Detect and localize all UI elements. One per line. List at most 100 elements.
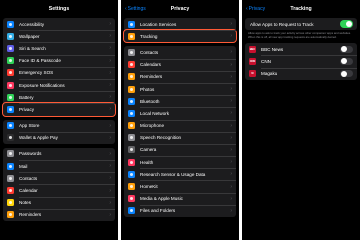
row-contacts[interactable]: Contacts › — [3, 172, 115, 184]
row-homekit[interactable]: HomeKit › — [124, 180, 236, 192]
chevron-right-icon: › — [230, 49, 232, 56]
microphone-icon — [128, 122, 135, 130]
row-accessibility[interactable]: Accessibility › — [3, 18, 115, 30]
app-logo-icon: BBC — [249, 45, 256, 53]
row-reminders[interactable]: Reminders › — [124, 70, 236, 83]
row-emergency-sos[interactable]: Emergency SOS › — [3, 66, 115, 79]
battery-icon — [7, 93, 14, 101]
chevron-right-icon: › — [230, 33, 232, 40]
row-reminders[interactable]: Reminders › — [3, 208, 115, 221]
chevron-right-icon: › — [109, 57, 111, 64]
tracking-description: Allow apps to ask to track your activity… — [248, 31, 351, 39]
row-label: App Store — [19, 123, 40, 129]
row-media-apple-music[interactable]: Media & Apple Music › — [124, 192, 236, 205]
row-location-services[interactable]: Location Services › — [124, 18, 236, 30]
app-tracking-toggle[interactable] — [340, 69, 353, 78]
row-wallet-apple-pay[interactable]: Wallet & Apple Pay › — [3, 131, 115, 144]
app-tracking-toggle[interactable] — [340, 57, 353, 66]
face-id-icon — [7, 57, 14, 65]
row-label: Photos — [140, 86, 155, 92]
app-row-bbc-news: BBC BBC News — [245, 43, 357, 55]
hand-icon — [7, 105, 14, 113]
allow-tracking-label: Allow Apps to Request to Track — [250, 21, 314, 27]
contacts-icon — [128, 48, 135, 56]
row-face-id-passcode[interactable]: Face ID & Passcode › — [3, 54, 115, 67]
app-row-cnn: CNN CNN — [245, 55, 357, 67]
settings-group: Contacts › Calendars › Reminders › Photos › Blue… — [124, 46, 236, 217]
row-local-network[interactable]: Local Network › — [124, 107, 236, 119]
bluetooth-icon — [128, 97, 135, 105]
row-label: Mail — [19, 163, 28, 169]
row-exposure-notifications[interactable]: Exposure Notifications › — [3, 78, 115, 91]
app-tracking-toggle[interactable] — [340, 45, 353, 53]
row-photos[interactable]: Photos › — [124, 82, 236, 95]
nav-bar: Settings — [0, 0, 118, 18]
row-label: Contacts — [19, 175, 38, 181]
row-tracking[interactable]: Tracking › — [123, 29, 237, 44]
chevron-right-icon: › — [230, 171, 232, 178]
chevron-right-icon: › — [230, 146, 232, 153]
row-health[interactable]: Health › — [124, 156, 236, 168]
chevron-right-icon: › — [109, 82, 111, 89]
nav-bar: ‹Settings Privacy — [121, 0, 239, 18]
toggle-knob — [346, 21, 353, 28]
row-label: Contacts — [140, 49, 159, 55]
row-calendars[interactable]: Calendars › — [124, 58, 236, 71]
chevron-right-icon: › — [109, 106, 111, 113]
research-icon — [128, 170, 135, 178]
row-label: Passwords — [19, 151, 42, 157]
app-logo-icon: CNN — [249, 57, 256, 65]
row-calendar[interactable]: Calendar › — [3, 184, 115, 196]
row-speech-recognition[interactable]: Speech Recognition › — [124, 131, 236, 144]
chevron-right-icon: › — [230, 98, 232, 105]
photos-icon — [128, 85, 135, 93]
allow-tracking-toggle[interactable] — [340, 20, 353, 28]
row-label: Accessibility — [19, 21, 45, 27]
chevron-right-icon: › — [109, 187, 111, 194]
notes-icon — [7, 199, 14, 207]
row-label: Exposure Notifications — [19, 82, 65, 88]
reminders-icon — [128, 73, 135, 81]
row-label: Wallet & Apple Pay — [19, 135, 58, 141]
row-microphone[interactable]: Microphone › — [124, 119, 236, 132]
row-mail[interactable]: Mail › — [3, 160, 115, 172]
allow-tracking-row: Allow Apps to Request to Track — [245, 18, 357, 30]
row-siri-search[interactable]: Siri & Search › — [3, 42, 115, 54]
speech-icon — [128, 134, 135, 142]
page-title: Settings — [48, 6, 70, 12]
row-notes[interactable]: Notes › — [3, 196, 115, 209]
chevron-right-icon: › — [230, 134, 232, 141]
settings-group: App Store › Wallet & Apple Pay › — [3, 119, 115, 144]
row-label: Location Services — [140, 21, 177, 27]
row-privacy[interactable]: Privacy › — [2, 102, 116, 117]
row-bluetooth[interactable]: Bluetooth › — [124, 95, 236, 107]
chevron-right-icon: › — [109, 33, 111, 40]
row-research-sensor-usage-data[interactable]: Research Sensor & Usage Data › — [124, 168, 236, 180]
row-label: Microphone — [140, 123, 165, 129]
app-logo-icon: M — [249, 70, 256, 78]
row-contacts[interactable]: Contacts › — [124, 46, 236, 58]
chevron-right-icon: › — [109, 69, 111, 76]
health-icon — [128, 158, 135, 166]
network-icon — [128, 109, 135, 117]
row-files-and-folders[interactable]: Files and Folders › — [124, 204, 236, 217]
row-passwords[interactable]: Passwords › — [3, 148, 115, 160]
page-title: Tracking — [290, 6, 312, 12]
row-battery[interactable]: Battery › — [3, 91, 115, 103]
tracking-apps-group: BBC BBC News CNN CNN M Magaku — [245, 43, 357, 80]
reminders-icon — [7, 211, 14, 219]
row-label: HomeKit — [140, 184, 158, 190]
row-camera[interactable]: Camera › — [124, 143, 236, 156]
chevron-right-icon: › — [230, 21, 232, 28]
tracking-screen: ‹Privacy Tracking Allow Apps to Request … — [242, 0, 360, 240]
chevron-right-icon: › — [230, 207, 232, 214]
wallpaper-icon — [7, 32, 14, 40]
key-icon — [7, 150, 14, 158]
row-app-store[interactable]: App Store › — [3, 120, 115, 132]
row-wallpaper[interactable]: Wallpaper › — [3, 30, 115, 42]
tracking-icon — [128, 32, 135, 40]
page-title: Privacy — [170, 6, 190, 12]
row-label: Reminders — [19, 212, 42, 218]
chevron-right-icon: › — [109, 199, 111, 206]
row-label: Camera — [140, 147, 157, 153]
